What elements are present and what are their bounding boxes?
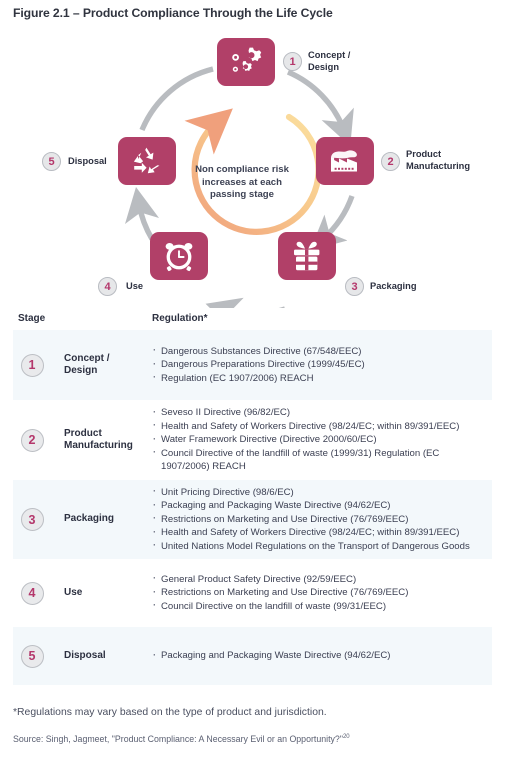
diagram-label-use: Use: [126, 281, 144, 291]
footnote-source-superscript: 20: [342, 734, 350, 740]
regulation-item: Unit Pricing Directive (98/6/EC): [152, 485, 489, 500]
footnote-source: Source: Singh, Jagmeet, "Product Complia…: [13, 731, 493, 745]
row-badge-5: 5: [20, 644, 44, 668]
row-regulations-4: General Product Safety Directive (92/59/…: [152, 572, 507, 614]
column-header-regulation: Regulation*: [152, 313, 208, 324]
regulation-item: Regulation (EC 1907/2006) REACH: [152, 371, 489, 386]
regulation-item: Health and Safety of Workers Directive (…: [152, 526, 489, 540]
row-stage-2: Product Manufacturing: [64, 427, 133, 451]
regulation-item: Water Framework Directive (Directive 200…: [152, 433, 489, 447]
alarm-clock-icon: [165, 243, 193, 272]
table-row: 4 Use General Product Safety Directive (…: [0, 559, 507, 627]
row-stage-1: Concept / Design: [64, 352, 110, 376]
row-badge-3: 3: [20, 508, 44, 531]
regulation-item: General Product Safety Directive (92/59/…: [152, 572, 489, 587]
regulation-item: Health and Safety of Workers Directive (…: [152, 419, 489, 434]
table-header-row: Stage Regulation*: [0, 308, 507, 330]
row-stage-4: Use: [64, 586, 83, 598]
row-number-cell: 5: [0, 644, 64, 668]
node-concept-design[interactable]: [217, 38, 275, 86]
life-cycle-diagram: 1 Concept / Design 2 Product Manufacturi…: [0, 26, 507, 308]
row-regulations-1: Dangerous Substances Directive (67/548/E…: [152, 344, 507, 386]
regulation-item: Seveso II Directive (96/82/EC): [152, 406, 489, 420]
node-use[interactable]: [150, 232, 208, 280]
regulation-item: United Nations Model Regulations on the …: [152, 539, 489, 554]
regulation-item: Packaging and Packaging Waste Directive …: [152, 499, 489, 513]
node-packaging[interactable]: [278, 232, 336, 280]
footnote-asterisk: *Regulations may vary based on the type …: [13, 707, 327, 718]
regulation-table: Stage Regulation* 1 Concept / Design Dan…: [0, 308, 507, 685]
table-row: 3 Packaging Unit Pricing Directive (98/6…: [0, 480, 507, 559]
row-number-cell: 1: [0, 353, 64, 377]
page-title: Figure 2.1 – Product Compliance Through …: [13, 6, 333, 20]
row-regulations-3: Unit Pricing Directive (98/6/EC) Packagi…: [152, 485, 507, 554]
diagram-badge-3[interactable]: 3: [345, 277, 364, 296]
row-badge-4: 4: [20, 581, 44, 605]
node-disposal[interactable]: [118, 137, 176, 185]
diagram-badge-1[interactable]: 1: [283, 52, 302, 71]
regulation-item: Packaging and Packaging Waste Directive …: [152, 649, 489, 663]
row-number-cell: 4: [0, 581, 64, 605]
diagram-label-concept-design: Concept / Design: [308, 50, 351, 72]
row-stage-3: Packaging: [64, 513, 115, 525]
gift-icon: [294, 241, 320, 271]
regulation-item: Council Directive on the landfill of was…: [152, 599, 489, 614]
row-regulations-2: Seveso II Directive (96/82/EC) Health an…: [152, 406, 507, 474]
factory-icon: [331, 150, 357, 172]
row-badge-2: 2: [20, 428, 44, 452]
regulation-item: Restrictions on Marketing and Use Direct…: [152, 586, 489, 600]
diagram-label-packaging: Packaging: [370, 281, 417, 291]
regulation-item: Council Directive of the landfill of was…: [152, 446, 489, 474]
regulation-item: Dangerous Preparations Directive (1999/4…: [152, 358, 489, 372]
diagram-badge-2[interactable]: 2: [381, 152, 400, 171]
row-stage-5: Disposal: [64, 649, 106, 661]
recycle-icon: [133, 147, 160, 174]
node-product-manufacturing[interactable]: [316, 137, 374, 185]
row-number-cell: 2: [0, 428, 64, 452]
table-row: 2 Product Manufacturing Seveso II Direct…: [0, 400, 507, 480]
row-number-cell: 3: [0, 508, 64, 531]
diagram-center-text: Non compliance risk increases at each pa…: [195, 164, 289, 201]
footnotes: *Regulations may vary based on the type …: [13, 706, 493, 745]
diagram-label-disposal: Disposal: [68, 156, 107, 166]
gears-icon: [232, 47, 262, 72]
footnote-source-text: Source: Singh, Jagmeet, "Product Complia…: [13, 733, 343, 744]
table-row: 5 Disposal Packaging and Packaging Waste…: [0, 627, 507, 685]
regulation-item: Restrictions on Marketing and Use Direct…: [152, 512, 489, 527]
diagram-badge-5[interactable]: 5: [42, 152, 61, 171]
column-header-stage: Stage: [18, 313, 46, 324]
row-regulations-5: Packaging and Packaging Waste Directive …: [152, 649, 507, 663]
regulation-item: Dangerous Substances Directive (67/548/E…: [152, 344, 489, 359]
diagram-label-product-manufacturing: Product Manufacturing: [406, 149, 471, 171]
diagram-badge-4[interactable]: 4: [98, 277, 117, 296]
row-badge-1: 1: [20, 353, 44, 377]
table-row: 1 Concept / Design Dangerous Substances …: [0, 330, 507, 400]
